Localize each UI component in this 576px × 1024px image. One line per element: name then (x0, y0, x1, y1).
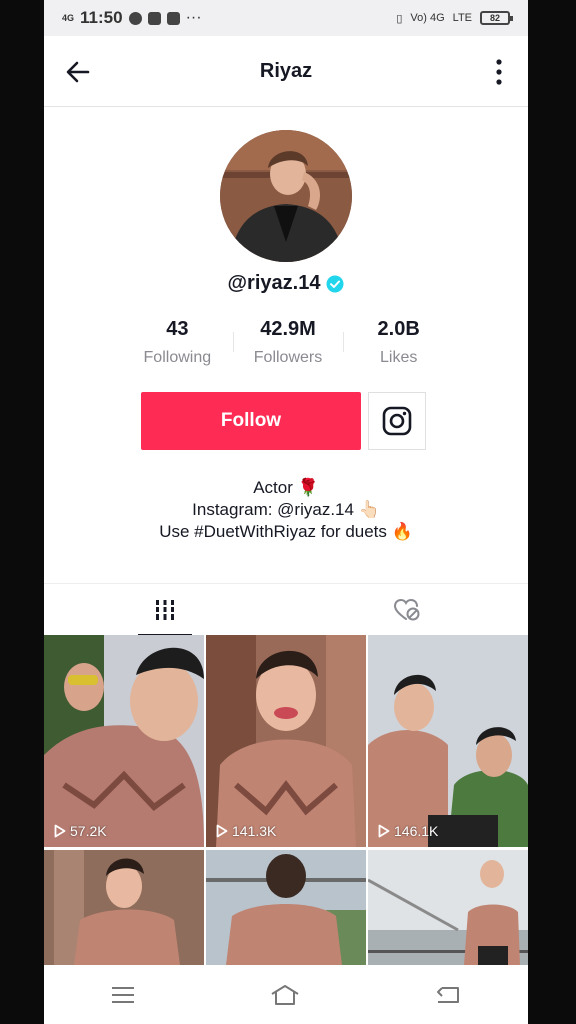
view-count: 141.3K (216, 823, 276, 839)
battery-icon: 82 (480, 11, 513, 25)
likes-label: Likes (380, 349, 418, 366)
following-label: Following (143, 349, 212, 366)
username-row: @riyaz.14 (44, 272, 528, 295)
video-thumbnail-image (206, 850, 366, 965)
instagram-button[interactable] (368, 392, 426, 450)
back-arrow-icon[interactable] (62, 56, 94, 88)
video-thumbnail[interactable] (206, 850, 366, 965)
following-stat[interactable]: 43 Following (122, 318, 233, 367)
more-options-icon[interactable] (494, 58, 504, 86)
video-thumbnail-image (368, 850, 528, 965)
system-nav-bar (44, 966, 528, 1024)
menu-icon[interactable] (110, 985, 136, 1005)
back-icon[interactable] (434, 984, 462, 1006)
avatar-photo (220, 130, 352, 262)
video-thumbnail-image (206, 635, 366, 847)
likes-count: 2.0B (377, 318, 420, 340)
video-thumbnail[interactable]: 57.2K (44, 635, 204, 847)
phone-screen: 4G 11:50 ··· ▯ Vo) 4G LTE 82 Riyaz @riya… (44, 0, 528, 1024)
follow-button[interactable]: Follow (141, 392, 361, 450)
play-icon (378, 824, 390, 838)
tab-videos[interactable] (44, 584, 286, 636)
play-icon (216, 824, 228, 838)
more-notifications: ··· (185, 9, 202, 26)
view-count-text: 57.2K (70, 823, 107, 839)
content-tabs (44, 583, 528, 636)
video-grid: 57.2K 141.3K 146.1K (44, 635, 528, 965)
view-count-text: 141.3K (232, 823, 277, 839)
video-thumbnail[interactable] (44, 850, 204, 965)
grid-icon (155, 600, 175, 620)
video-thumbnail[interactable]: 141.3K (206, 635, 366, 847)
bio-line: Use #DuetWithRiyaz for duets 🔥 (159, 522, 413, 541)
lte-label: LTE (452, 12, 472, 24)
vibrate-icon: ▯ (396, 12, 403, 25)
verified-badge-icon (326, 275, 344, 292)
view-count: 146.1K (378, 823, 438, 839)
bio-line: Instagram: @riyaz.14 👆🏻 (192, 500, 380, 519)
avatar[interactable] (220, 130, 352, 262)
video-thumbnail[interactable]: 146.1K (368, 635, 528, 847)
play-icon (54, 824, 66, 838)
followers-label: Followers (253, 349, 323, 366)
messenger-icon (128, 11, 142, 25)
followers-stat[interactable]: 42.9M Followers (232, 318, 344, 367)
bio: Actor 🌹 Instagram: @riyaz.14 👆🏻 Use #Due… (44, 477, 528, 543)
video-thumbnail-image (44, 850, 204, 965)
bio-line: Actor 🌹 (253, 478, 319, 497)
username: @riyaz.14 (227, 272, 321, 294)
network-indicator: 4G (62, 12, 75, 23)
followers-count: 42.9M (260, 318, 316, 340)
status-bar: 4G 11:50 ··· ▯ Vo) 4G LTE 82 (44, 0, 528, 36)
clock: 11:50 (80, 8, 123, 27)
profile-header: Riyaz (44, 36, 528, 107)
video-thumbnail-image (44, 635, 204, 847)
profile-stats: 43 Following 42.9M Followers 2.0B Likes (122, 318, 454, 367)
tab-liked[interactable] (286, 584, 528, 636)
following-count: 43 (166, 318, 189, 340)
instagram-icon (382, 406, 412, 436)
video-thumbnail-image (368, 635, 528, 847)
liked-hidden-icon (393, 598, 420, 621)
view-count-text: 146.1K (394, 823, 439, 839)
view-count: 57.2K (54, 823, 107, 839)
facebook-icon (147, 11, 161, 25)
carrier-label: Vo) 4G (410, 12, 445, 24)
home-icon[interactable] (269, 983, 301, 1007)
page-title: Riyaz (259, 59, 313, 82)
facebook-icon-2 (166, 11, 180, 25)
video-thumbnail[interactable] (368, 850, 528, 965)
likes-stat: 2.0B Likes (343, 318, 454, 367)
